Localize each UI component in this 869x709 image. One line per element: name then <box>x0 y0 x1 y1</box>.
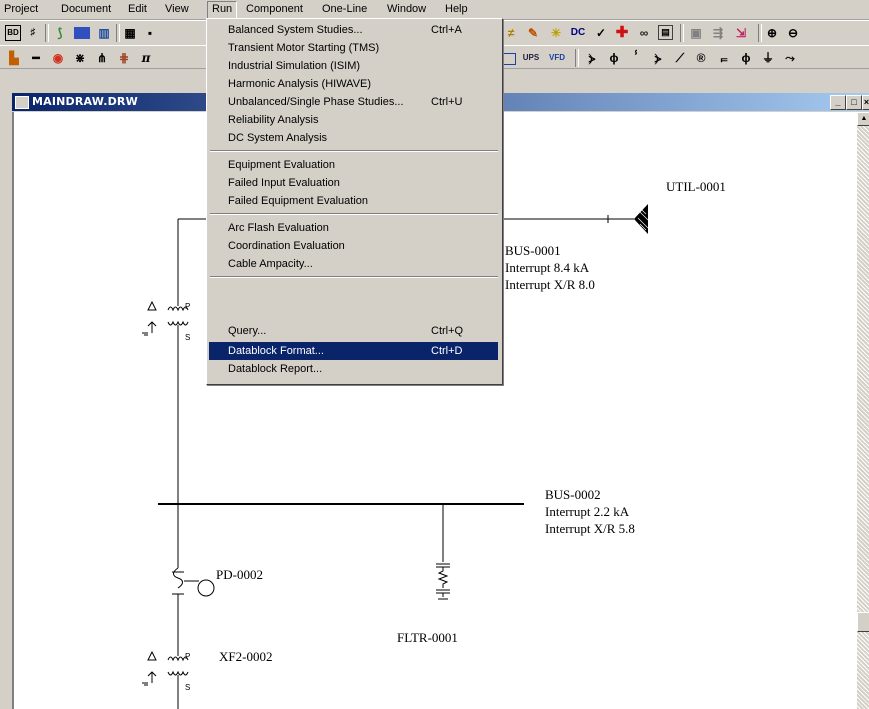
menu-item-arc-flash-evaluation[interactable]: Arc Flash Evaluation <box>209 219 498 237</box>
xfmr1-secondary-label: S <box>185 333 190 342</box>
bus1-name: BUS-0001 <box>505 243 561 258</box>
bus2-interrupt: Interrupt 2.2 kA <box>545 504 630 519</box>
xfmr2-secondary-label: S <box>185 683 190 692</box>
bus2-xr: Interrupt X/R 5.8 <box>545 521 635 536</box>
menu-item-failed-input-evaluation[interactable]: Failed Input Evaluation <box>209 174 498 192</box>
xf2-label: XF2-0002 <box>219 649 273 664</box>
xfmr1-primary-label: P <box>185 302 190 311</box>
menu-item-failed-equipment-evaluation[interactable]: Failed Equipment Evaluation <box>209 192 498 210</box>
protective-device-icon[interactable] <box>172 567 215 648</box>
transformer-1-icon[interactable] <box>142 298 189 346</box>
menu-item-unbalanced-studies[interactable]: Unbalanced/Single Phase Studies... Ctrl+U <box>209 93 498 111</box>
transformer-2-icon[interactable] <box>142 648 189 709</box>
menu-item-cable-ampacity[interactable]: Cable Ampacity... <box>209 255 498 273</box>
menu-item-dc-system-analysis[interactable]: DC System Analysis <box>209 129 498 147</box>
bus1-interrupt: Interrupt 8.4 kA <box>505 260 590 275</box>
menu-item-reliability-analysis[interactable]: Reliability Analysis <box>209 111 498 129</box>
menu-item-datablock-report[interactable]: Datablock Report... <box>209 360 498 378</box>
util-label: UTIL-0001 <box>666 179 726 194</box>
menu-item-industrial-simulation[interactable]: Industrial Simulation (ISIM) <box>209 57 498 75</box>
menu-separator <box>210 150 498 152</box>
bus2-name: BUS-0002 <box>545 487 601 502</box>
menu-item-datablock-format[interactable]: Datablock Format... Ctrl+D <box>209 342 498 360</box>
menu-item-equipment-evaluation[interactable]: Equipment Evaluation <box>209 156 498 174</box>
filter-icon[interactable] <box>436 504 450 600</box>
utility-source-icon[interactable] <box>634 204 649 234</box>
menu-separator <box>210 213 498 215</box>
menu-item-coordination-evaluation[interactable]: Coordination Evaluation <box>209 237 498 255</box>
run-menu-dropdown: Balanced System Studies... Ctrl+A Transie… <box>206 18 503 385</box>
menu-item-transient-motor-starting[interactable]: Transient Motor Starting (TMS) <box>209 39 498 57</box>
bus1-xr: Interrupt X/R 8.0 <box>505 277 595 292</box>
menu-item-balanced-system-studies[interactable]: Balanced System Studies... Ctrl+A <box>209 21 498 39</box>
menu-separator <box>210 276 498 278</box>
filter-label: FLTR-0001 <box>397 630 458 645</box>
menu-item-harmonic-analysis[interactable]: Harmonic Analysis (HIWAVE) <box>209 75 498 93</box>
xfmr2-primary-label: P <box>185 652 190 661</box>
pd-label: PD-0002 <box>216 567 263 582</box>
menu-item-query[interactable]: Query... Ctrl+Q <box>209 322 498 340</box>
